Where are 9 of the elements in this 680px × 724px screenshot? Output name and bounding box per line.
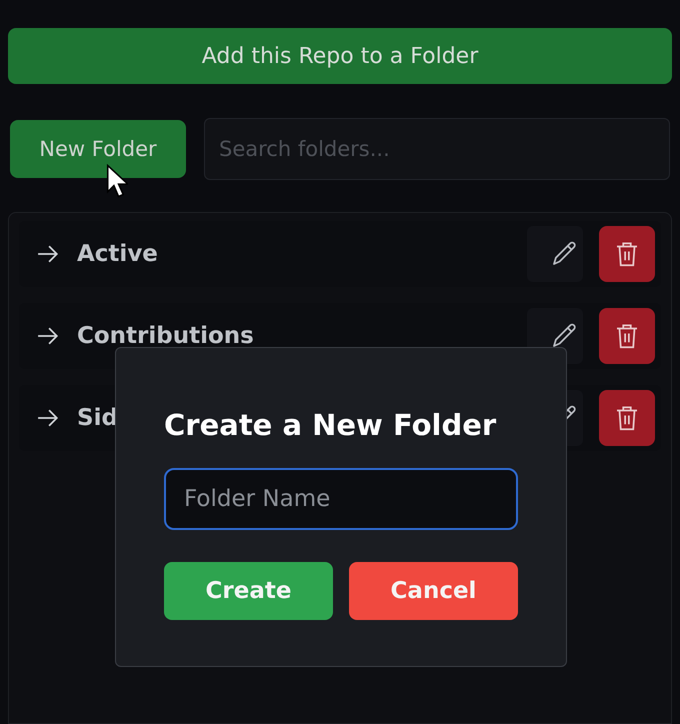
search-field[interactable]: Search folders... xyxy=(204,118,670,180)
new-folder-button[interactable]: New Folder xyxy=(10,120,186,178)
folder-name: Contributions xyxy=(77,323,254,349)
add-to-folder-button[interactable]: Add this Repo to a Folder xyxy=(8,28,672,84)
cancel-button[interactable]: Cancel xyxy=(349,562,518,620)
dialog-title: Create a New Folder xyxy=(164,408,498,442)
folder-name-field[interactable]: Folder Name xyxy=(164,468,518,530)
create-button[interactable]: Create xyxy=(164,562,333,620)
folder-name: Active xyxy=(77,241,158,267)
